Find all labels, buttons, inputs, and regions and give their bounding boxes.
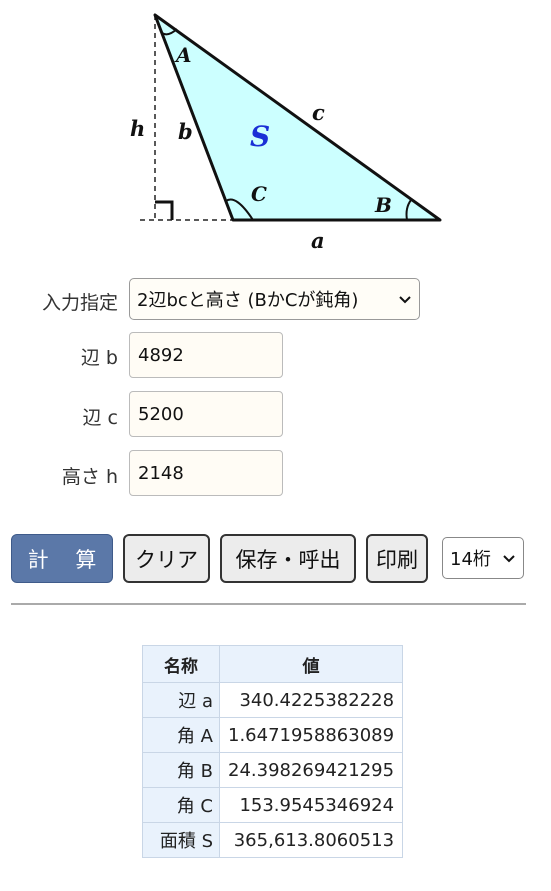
side-a-label: a xyxy=(311,228,325,253)
result-name: 角 B xyxy=(142,752,220,788)
calculate-button[interactable]: 計 算 xyxy=(11,534,113,583)
side-c-label: c xyxy=(312,100,325,125)
right-angle-mark xyxy=(155,200,174,220)
side-b-label: b xyxy=(178,119,193,144)
result-name: 面積 S xyxy=(142,822,220,858)
result-value: 340.4225382228 xyxy=(218,682,404,718)
result-value: 153.9545346924 xyxy=(218,787,404,823)
mode-select-value: 2辺bcと高さ (BかCが鈍角) xyxy=(137,290,359,311)
side-b-input[interactable]: 4892 xyxy=(129,332,283,378)
results-table: 名称 値 辺 a 340.4225382228 角 A 1.6471958863… xyxy=(142,645,404,858)
height-input[interactable]: 2148 xyxy=(129,450,283,496)
chevron-down-icon xyxy=(399,296,411,304)
table-row: 角 A 1.6471958863089 xyxy=(142,717,404,753)
field-label-c: 辺 c xyxy=(82,407,119,429)
header-value: 値 xyxy=(218,645,404,683)
vertex-A-label: A xyxy=(174,43,192,67)
save-load-button[interactable]: 保存・呼出 xyxy=(220,534,356,583)
height-label: h xyxy=(130,116,145,141)
print-button[interactable]: 印刷 xyxy=(366,534,428,583)
mode-select[interactable]: 2辺bcと高さ (BかCが鈍角) xyxy=(129,278,420,320)
triangle-shape xyxy=(153,13,442,222)
result-name: 角 A xyxy=(142,717,220,753)
divider xyxy=(11,603,526,605)
mode-label: 入力指定 xyxy=(41,292,118,314)
result-name: 角 C xyxy=(142,787,220,823)
result-value: 365,613.8060513 xyxy=(218,822,404,858)
side-c-input[interactable]: 5200 xyxy=(129,391,283,437)
clear-button[interactable]: クリア xyxy=(123,534,210,583)
field-label-h: 高さ h xyxy=(61,466,118,488)
triangle-diagram: A B C a b c h S xyxy=(130,13,442,253)
result-name: 辺 a xyxy=(142,682,220,718)
chevron-down-icon xyxy=(503,555,515,563)
area-label: S xyxy=(250,120,270,153)
field-label-b: 辺 b xyxy=(80,347,118,369)
result-value: 24.398269421295 xyxy=(218,752,404,788)
digits-select[interactable]: 14桁 xyxy=(442,537,524,579)
table-row: 面積 S 365,613.8060513 xyxy=(142,822,404,858)
table-row: 辺 a 340.4225382228 xyxy=(142,682,404,718)
digits-select-value: 14桁 xyxy=(450,549,491,570)
table-row: 角 B 24.398269421295 xyxy=(142,752,404,788)
header-name: 名称 xyxy=(142,645,220,683)
vertex-B-label: B xyxy=(374,193,392,217)
vertex-C-label: C xyxy=(251,182,267,206)
table-row: 角 C 153.9545346924 xyxy=(142,787,404,823)
result-value: 1.6471958863089 xyxy=(218,717,404,753)
